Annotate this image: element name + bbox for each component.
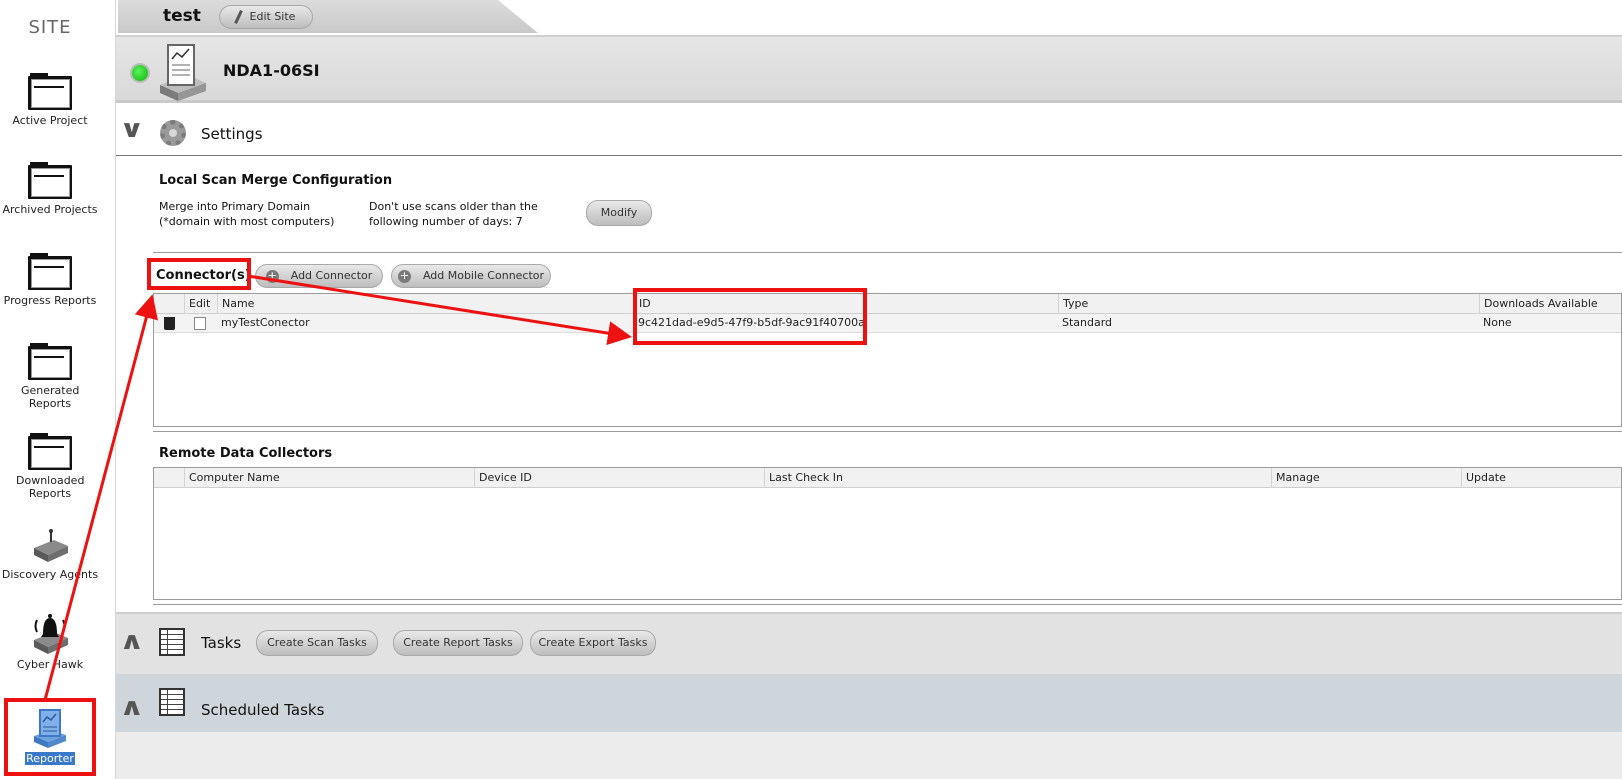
annotation-arrow bbox=[43, 294, 158, 701]
annotation-arrows bbox=[43, 274, 632, 701]
annotation-arrow bbox=[247, 274, 632, 346]
